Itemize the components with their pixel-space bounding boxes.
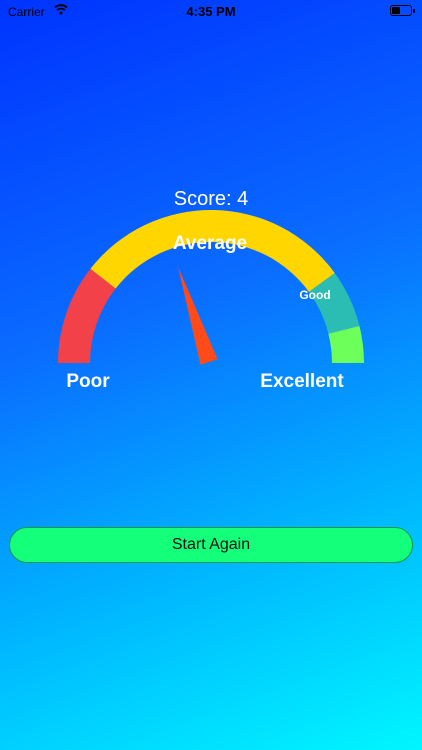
gauge-label-excellent: Excellent bbox=[260, 371, 344, 392]
start-again-button[interactable]: Start Again bbox=[9, 527, 413, 563]
gauge-label-poor: Poor bbox=[66, 371, 110, 392]
gauge-needle bbox=[178, 266, 218, 365]
score-gauge: Average Good Poor Excellent bbox=[58, 210, 364, 392]
gauge-label-average: Average bbox=[173, 233, 247, 254]
gauge-label-good: Good bbox=[299, 288, 330, 302]
gauge-segment-poor bbox=[58, 268, 116, 363]
